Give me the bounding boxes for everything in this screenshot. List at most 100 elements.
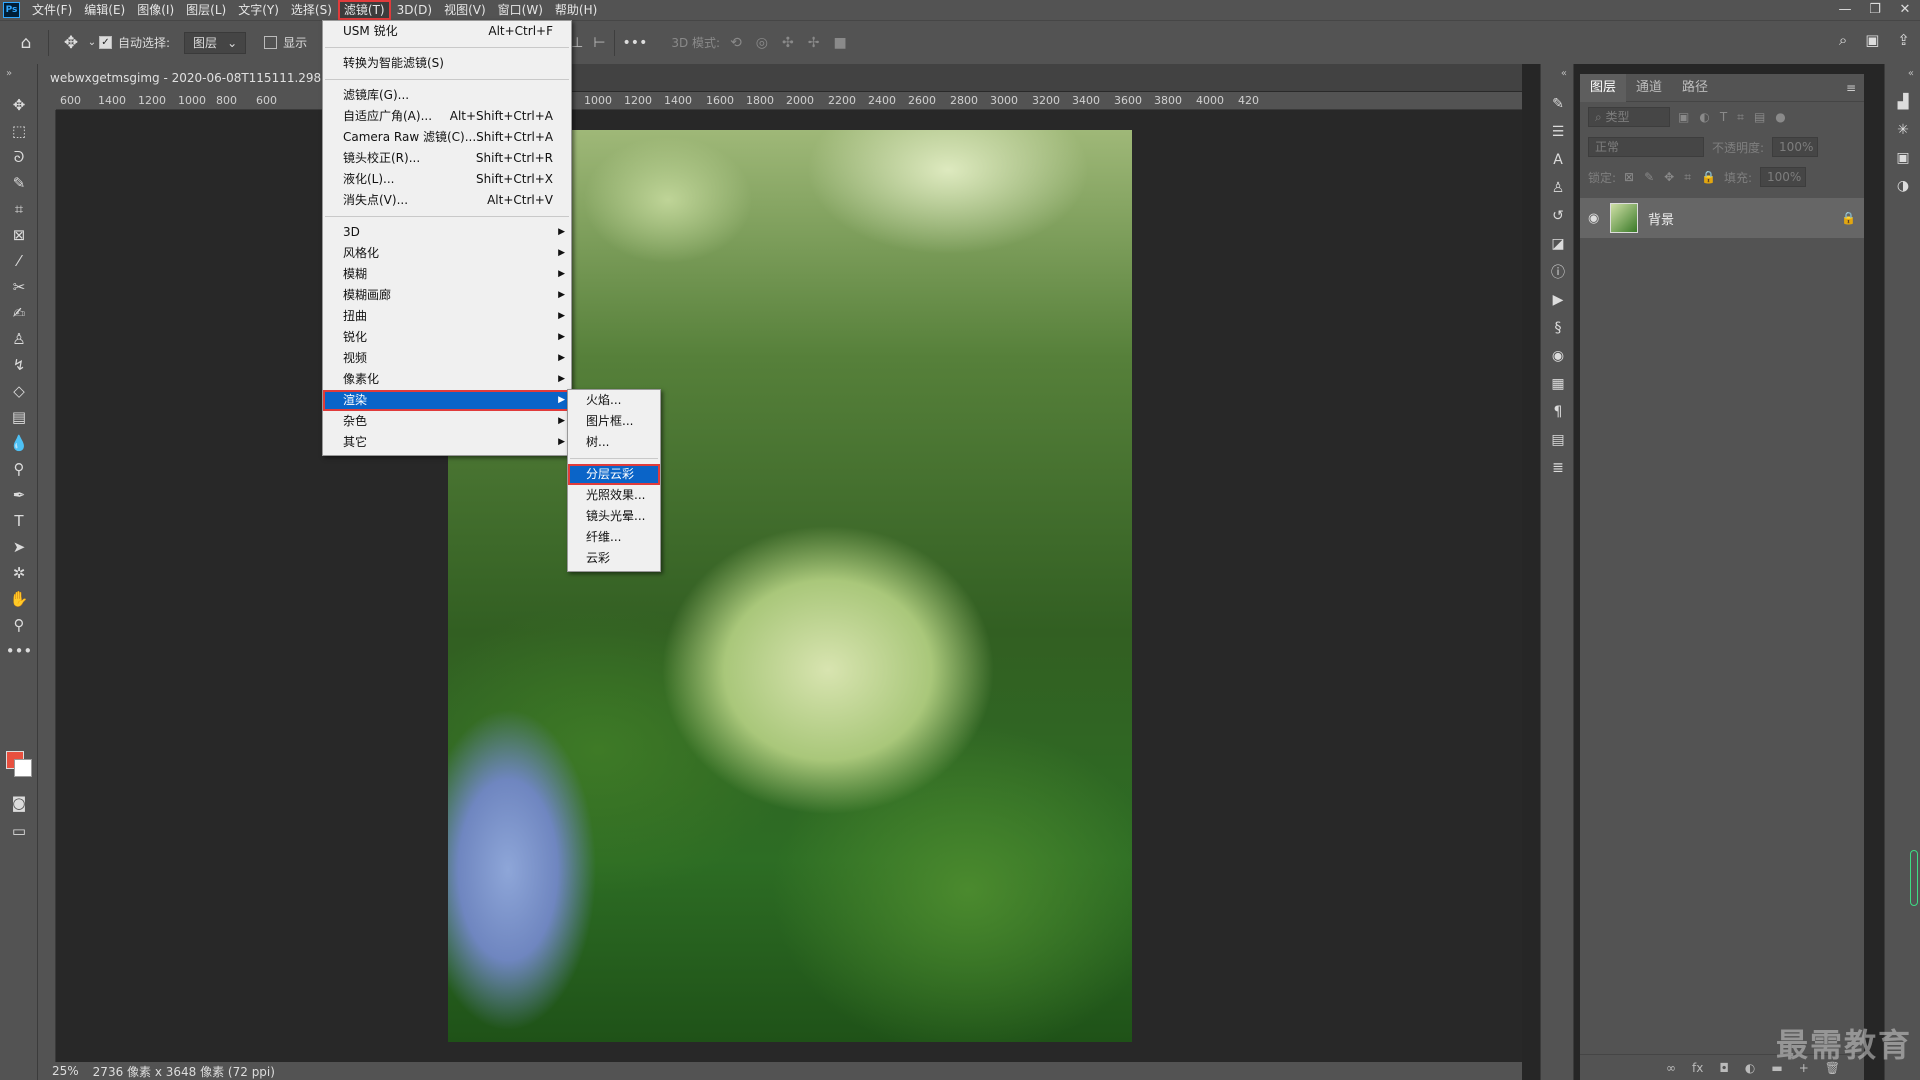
show-transform-checkbox[interactable]: [264, 36, 278, 49]
layer-filter-select[interactable]: ⌕ 类型: [1588, 107, 1670, 127]
scroll-indicator[interactable]: [1910, 850, 1918, 906]
pan-3d-icon[interactable]: ✣: [782, 35, 794, 51]
render-submenu-item[interactable]: 光照效果...: [568, 485, 660, 506]
filter-menu-item[interactable]: 像素化 ▶: [323, 369, 571, 390]
paragraph-icon[interactable]: ¶: [1541, 398, 1575, 426]
search-icon[interactable]: ⌕: [1839, 31, 1847, 49]
stamp-tool-icon[interactable]: ♙: [0, 326, 38, 352]
menu-item-3[interactable]: 图层(L): [180, 0, 232, 20]
glyphs-icon[interactable]: §: [1541, 314, 1575, 342]
clone-source-icon[interactable]: ♙: [1541, 174, 1575, 202]
quick-select-tool-icon[interactable]: ✎: [0, 170, 38, 196]
smart-object-filter-icon[interactable]: ▤: [1754, 110, 1765, 125]
add-mask-icon[interactable]: ◘: [1719, 1061, 1729, 1075]
blend-mode-select[interactable]: 正常: [1588, 137, 1704, 157]
filter-menu-item[interactable]: 滤镜库(G)...: [323, 85, 571, 106]
shape-tool-icon[interactable]: ✲: [0, 560, 38, 586]
collapse-icon[interactable]: «: [1885, 64, 1920, 88]
render-submenu-item[interactable]: 分层云彩: [568, 464, 660, 485]
histogram-icon[interactable]: ▟: [1885, 88, 1920, 116]
share-icon[interactable]: ⇪: [1897, 31, 1910, 49]
panel-menu-icon[interactable]: ≡: [1846, 81, 1856, 95]
horizontal-ruler[interactable]: 6001400120010008006006008001000120014001…: [56, 92, 1522, 110]
fx-icon[interactable]: fx: [1692, 1061, 1703, 1075]
adjustments-icon[interactable]: ☰: [1541, 118, 1575, 146]
quick-mask-icon[interactable]: ◙: [0, 790, 38, 816]
filter-menu-item[interactable]: 渲染 ▶: [323, 390, 571, 411]
tab-paths[interactable]: 路径: [1672, 74, 1718, 102]
filter-menu-item[interactable]: 消失点(V)... Alt+Ctrl+V: [323, 190, 571, 211]
crop-tool-icon[interactable]: ⌗: [0, 196, 38, 222]
menu-item-2[interactable]: 图像(I): [131, 0, 180, 20]
render-submenu-item[interactable]: 云彩: [568, 548, 660, 569]
tab-layers[interactable]: 图层: [1580, 73, 1627, 102]
shape-filter-icon[interactable]: ⌗: [1737, 110, 1744, 125]
screen-mode-icon[interactable]: ▭: [0, 818, 38, 844]
color-icon[interactable]: ◑: [1885, 172, 1920, 200]
filter-menu-item[interactable]: 风格化 ▶: [323, 243, 571, 264]
render-submenu-item[interactable]: 镜头光晕...: [568, 506, 660, 527]
more-tools-icon[interactable]: •••: [0, 638, 38, 664]
orbit-3d-icon[interactable]: ⟲: [730, 35, 742, 51]
pen-tool-icon[interactable]: ✒: [0, 482, 38, 508]
layer-name[interactable]: 背景: [1648, 209, 1674, 228]
adjustment-layer-icon[interactable]: ◐: [1745, 1061, 1755, 1075]
menu-item-10[interactable]: 帮助(H): [549, 0, 603, 20]
render-submenu-item[interactable]: 纤维...: [568, 527, 660, 548]
filter-menu-item[interactable]: 锐化 ▶: [323, 327, 571, 348]
more-options-button[interactable]: •••: [623, 35, 648, 51]
brush-settings-icon[interactable]: ✎: [1541, 90, 1575, 118]
link-layers-icon[interactable]: ∞: [1666, 1061, 1676, 1075]
chevron-down-icon[interactable]: ⌄: [85, 37, 99, 48]
camera-3d-icon[interactable]: ■: [833, 35, 846, 51]
lock-all-icon[interactable]: 🔒: [1701, 170, 1716, 185]
filter-menu-item[interactable]: 自适应广角(A)... Alt+Shift+Ctrl+A: [323, 106, 571, 127]
home-icon[interactable]: ⌂: [12, 33, 40, 53]
fill-field[interactable]: 100%: [1760, 167, 1806, 187]
filter-toggle-icon[interactable]: ●: [1775, 110, 1785, 125]
collapse-icon[interactable]: »: [0, 64, 37, 92]
render-submenu-item[interactable]: 图片框...: [568, 411, 660, 432]
adjustment-filter-icon[interactable]: ◐: [1699, 110, 1709, 125]
healing-tool-icon[interactable]: ✂: [0, 274, 38, 300]
auto-select-checkbox[interactable]: ✓: [99, 36, 112, 49]
menu-item-4[interactable]: 文字(Y): [232, 0, 285, 20]
history-brush-tool-icon[interactable]: ↯: [0, 352, 38, 378]
filter-menu-item[interactable]: 转换为智能滤镜(S): [323, 53, 571, 74]
type-filter-icon[interactable]: T: [1720, 110, 1727, 125]
marquee-tool-icon[interactable]: ⬚: [0, 118, 38, 144]
lock-pixels-icon[interactable]: ✎: [1644, 170, 1654, 185]
document-dimensions[interactable]: 2736 像素 x 3648 像素 (72 ppi): [93, 1063, 275, 1080]
filter-menu-item[interactable]: USM 锐化 Alt+Ctrl+F: [323, 21, 571, 42]
filter-menu-item[interactable]: 视频 ▶: [323, 348, 571, 369]
menu-item-5[interactable]: 选择(S): [285, 0, 338, 20]
move-tool-icon[interactable]: ✥: [0, 92, 38, 118]
filter-menu-item[interactable]: Camera Raw 滤镜(C)... Shift+Ctrl+A: [323, 127, 571, 148]
filter-menu-item[interactable]: 液化(L)... Shift+Ctrl+X: [323, 169, 571, 190]
character-icon[interactable]: A: [1541, 146, 1575, 174]
blur-tool-icon[interactable]: 💧: [0, 430, 38, 456]
path-select-tool-icon[interactable]: ➤: [0, 534, 38, 560]
actions-play-icon[interactable]: ▶: [1541, 286, 1575, 314]
visibility-eye-icon[interactable]: ◉: [1588, 211, 1610, 226]
menu-item-6[interactable]: 滤镜(T): [337, 0, 391, 20]
lasso-tool-icon[interactable]: ᘐ: [0, 144, 38, 170]
background-color-swatch[interactable]: [14, 759, 32, 777]
notes-icon[interactable]: ▤: [1541, 426, 1575, 454]
filter-menu-item[interactable]: 其它 ▶: [323, 432, 571, 453]
filter-menu-item[interactable]: 杂色 ▶: [323, 411, 571, 432]
auto-select-dropdown[interactable]: 图层 ⌄: [184, 31, 247, 54]
menu-item-9[interactable]: 窗口(W): [492, 0, 549, 20]
align-right-icon[interactable]: ⊢: [593, 35, 605, 51]
filter-menu-item[interactable]: 扭曲 ▶: [323, 306, 571, 327]
slide-3d-icon[interactable]: ✢: [808, 35, 820, 51]
lock-position-icon[interactable]: ✥: [1664, 170, 1674, 185]
menu-item-7[interactable]: 3D(D): [391, 0, 438, 20]
zoom-level[interactable]: 25%: [52, 1064, 79, 1078]
lock-transparent-icon[interactable]: ⊠: [1624, 170, 1634, 185]
minimize-button[interactable]: —: [1830, 0, 1860, 20]
render-submenu-item[interactable]: 树...: [568, 432, 660, 453]
collapse-icon[interactable]: «: [1541, 64, 1573, 90]
lock-artboard-icon[interactable]: ⌗: [1684, 170, 1691, 185]
gradient-tool-icon[interactable]: ▤: [0, 404, 38, 430]
